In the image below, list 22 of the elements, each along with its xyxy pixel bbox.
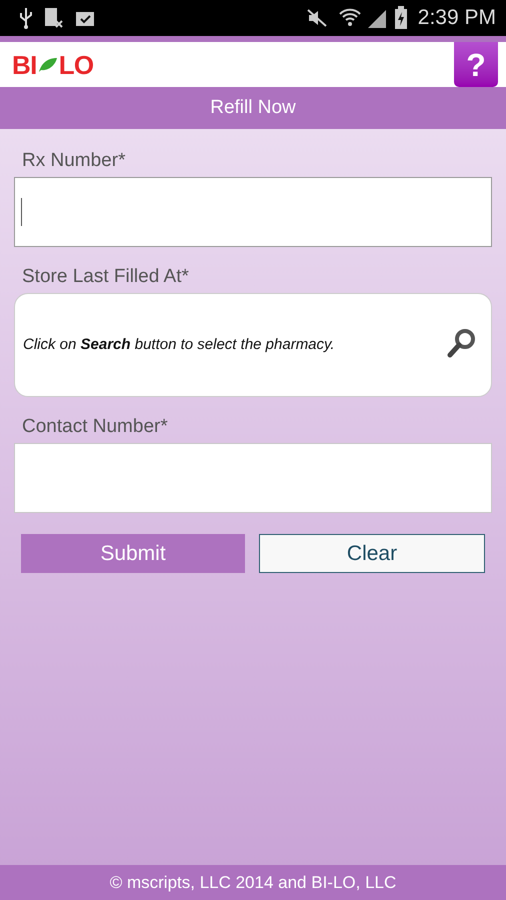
usb-icon (18, 7, 34, 29)
logo-text: LO (58, 52, 94, 78)
help-button[interactable]: ? (454, 42, 498, 87)
wifi-icon (338, 7, 362, 29)
field-label: Rx Number* (21, 149, 126, 173)
sim-card-icon (44, 7, 64, 29)
field-label: Contact Number* (21, 415, 169, 439)
page-title: Refill Now (210, 96, 296, 120)
pharmacy-picker[interactable]: Click on Search button to select the pharmacy. (14, 293, 492, 397)
input-field[interactable] (14, 177, 492, 247)
battery-charging-icon (394, 6, 408, 30)
status-time: 2:39 PM (418, 5, 496, 32)
field-label: Store Last Filled At* (21, 265, 190, 289)
copyright-text: © mscripts, LLC 2014 and BI-LO, LLC (110, 872, 396, 894)
text-cursor (21, 198, 22, 226)
input-field[interactable] (14, 443, 492, 513)
mute-icon (306, 8, 328, 28)
submit-button[interactable]: Submit (21, 534, 245, 573)
leaf-icon (38, 56, 58, 72)
logo-text: BI (12, 52, 37, 78)
picker-hint: Click on Search button to select the pharmacy. (23, 334, 336, 355)
clear-button[interactable]: Clear (259, 534, 485, 573)
